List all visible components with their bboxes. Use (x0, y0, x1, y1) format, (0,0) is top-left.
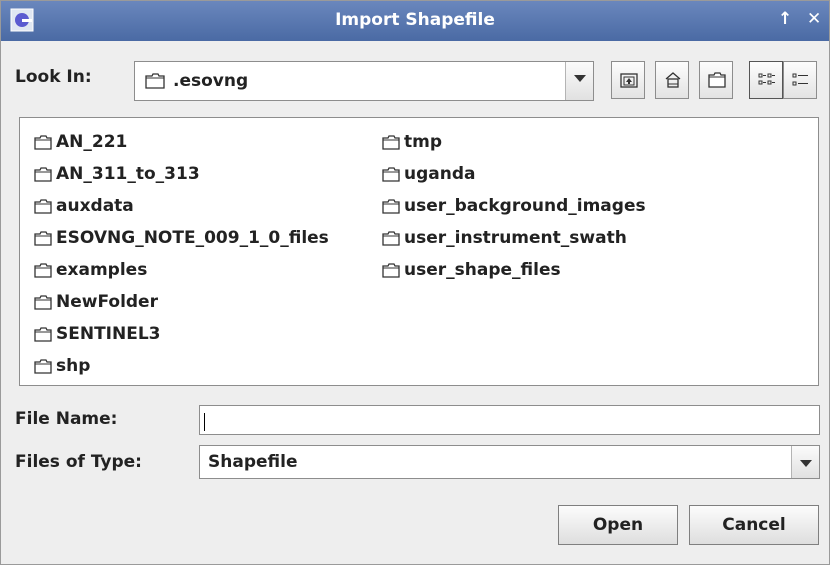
files-of-type-combo[interactable]: Shapefile (199, 445, 820, 479)
open-button-label: Open (592, 515, 644, 535)
look-in-label: Look In: (15, 67, 92, 87)
list-view-button[interactable] (749, 61, 783, 99)
open-button[interactable]: Open (558, 505, 678, 545)
window-title: Import Shapefile (335, 10, 495, 30)
files-of-type-label: Files of Type: (15, 452, 142, 472)
cancel-button[interactable]: Cancel (689, 505, 819, 545)
look-in-dropdown-button[interactable] (565, 62, 593, 100)
import-shapefile-dialog: Import Shapefile ↑ ✕ Look In: .esovng AN… (0, 0, 830, 565)
file-name: ESOVNG_NOTE_009_1_0_files (56, 228, 329, 248)
folder-icon (34, 167, 52, 182)
list-view-icon (758, 73, 775, 85)
folder-icon (382, 167, 400, 182)
files-of-type-value: Shapefile (208, 452, 298, 472)
file-name: SENTINEL3 (56, 324, 161, 344)
chevron-down-icon (800, 460, 812, 467)
chevron-down-icon (574, 75, 586, 82)
file-name: shp (56, 356, 91, 376)
file-name-label: File Name: (15, 409, 118, 429)
folder-icon (382, 231, 400, 246)
folder-icon (34, 263, 52, 278)
maximize-button[interactable]: ↑ (778, 9, 792, 29)
file-name: user_instrument_swath (404, 228, 627, 248)
file-name: auxdata (56, 196, 134, 216)
folder-icon (34, 327, 52, 342)
home-button[interactable] (655, 61, 689, 99)
home-icon (665, 72, 681, 88)
folder-icon (34, 359, 52, 374)
up-folder-icon (620, 73, 638, 88)
look-in-combo[interactable]: .esovng (134, 61, 594, 101)
file-name: examples (56, 260, 148, 280)
file-name: AN_221 (56, 132, 128, 152)
details-view-icon (792, 73, 808, 86)
title-bar[interactable]: Import Shapefile ↑ ✕ (1, 1, 829, 41)
file-name: tmp (404, 132, 443, 152)
folder-icon (34, 295, 52, 310)
folder-icon (34, 199, 52, 214)
new-folder-icon (708, 72, 726, 88)
file-name: AN_311_to_313 (56, 164, 200, 184)
new-folder-button[interactable] (699, 61, 733, 99)
look-in-value: .esovng (173, 71, 249, 91)
folder-icon (34, 135, 52, 150)
details-view-button[interactable] (783, 61, 817, 99)
up-one-level-button[interactable] (611, 61, 645, 99)
file-name: NewFolder (56, 292, 158, 312)
file-name-input[interactable] (199, 405, 820, 435)
file-name: user_shape_files (404, 260, 561, 280)
folder-icon (382, 263, 400, 278)
text-caret (204, 413, 205, 431)
file-name: uganda (404, 164, 476, 184)
folder-icon (382, 199, 400, 214)
files-of-type-dropdown-button[interactable] (791, 446, 819, 478)
folder-icon (382, 135, 400, 150)
folder-icon (145, 73, 165, 89)
folder-icon (34, 231, 52, 246)
file-name: user_background_images (404, 196, 646, 216)
close-button[interactable]: ✕ (807, 9, 821, 29)
cancel-button-label: Cancel (722, 515, 786, 535)
file-list[interactable]: AN_221 AN_311_to_313 auxdata ESOVNG_NOTE… (19, 117, 819, 386)
